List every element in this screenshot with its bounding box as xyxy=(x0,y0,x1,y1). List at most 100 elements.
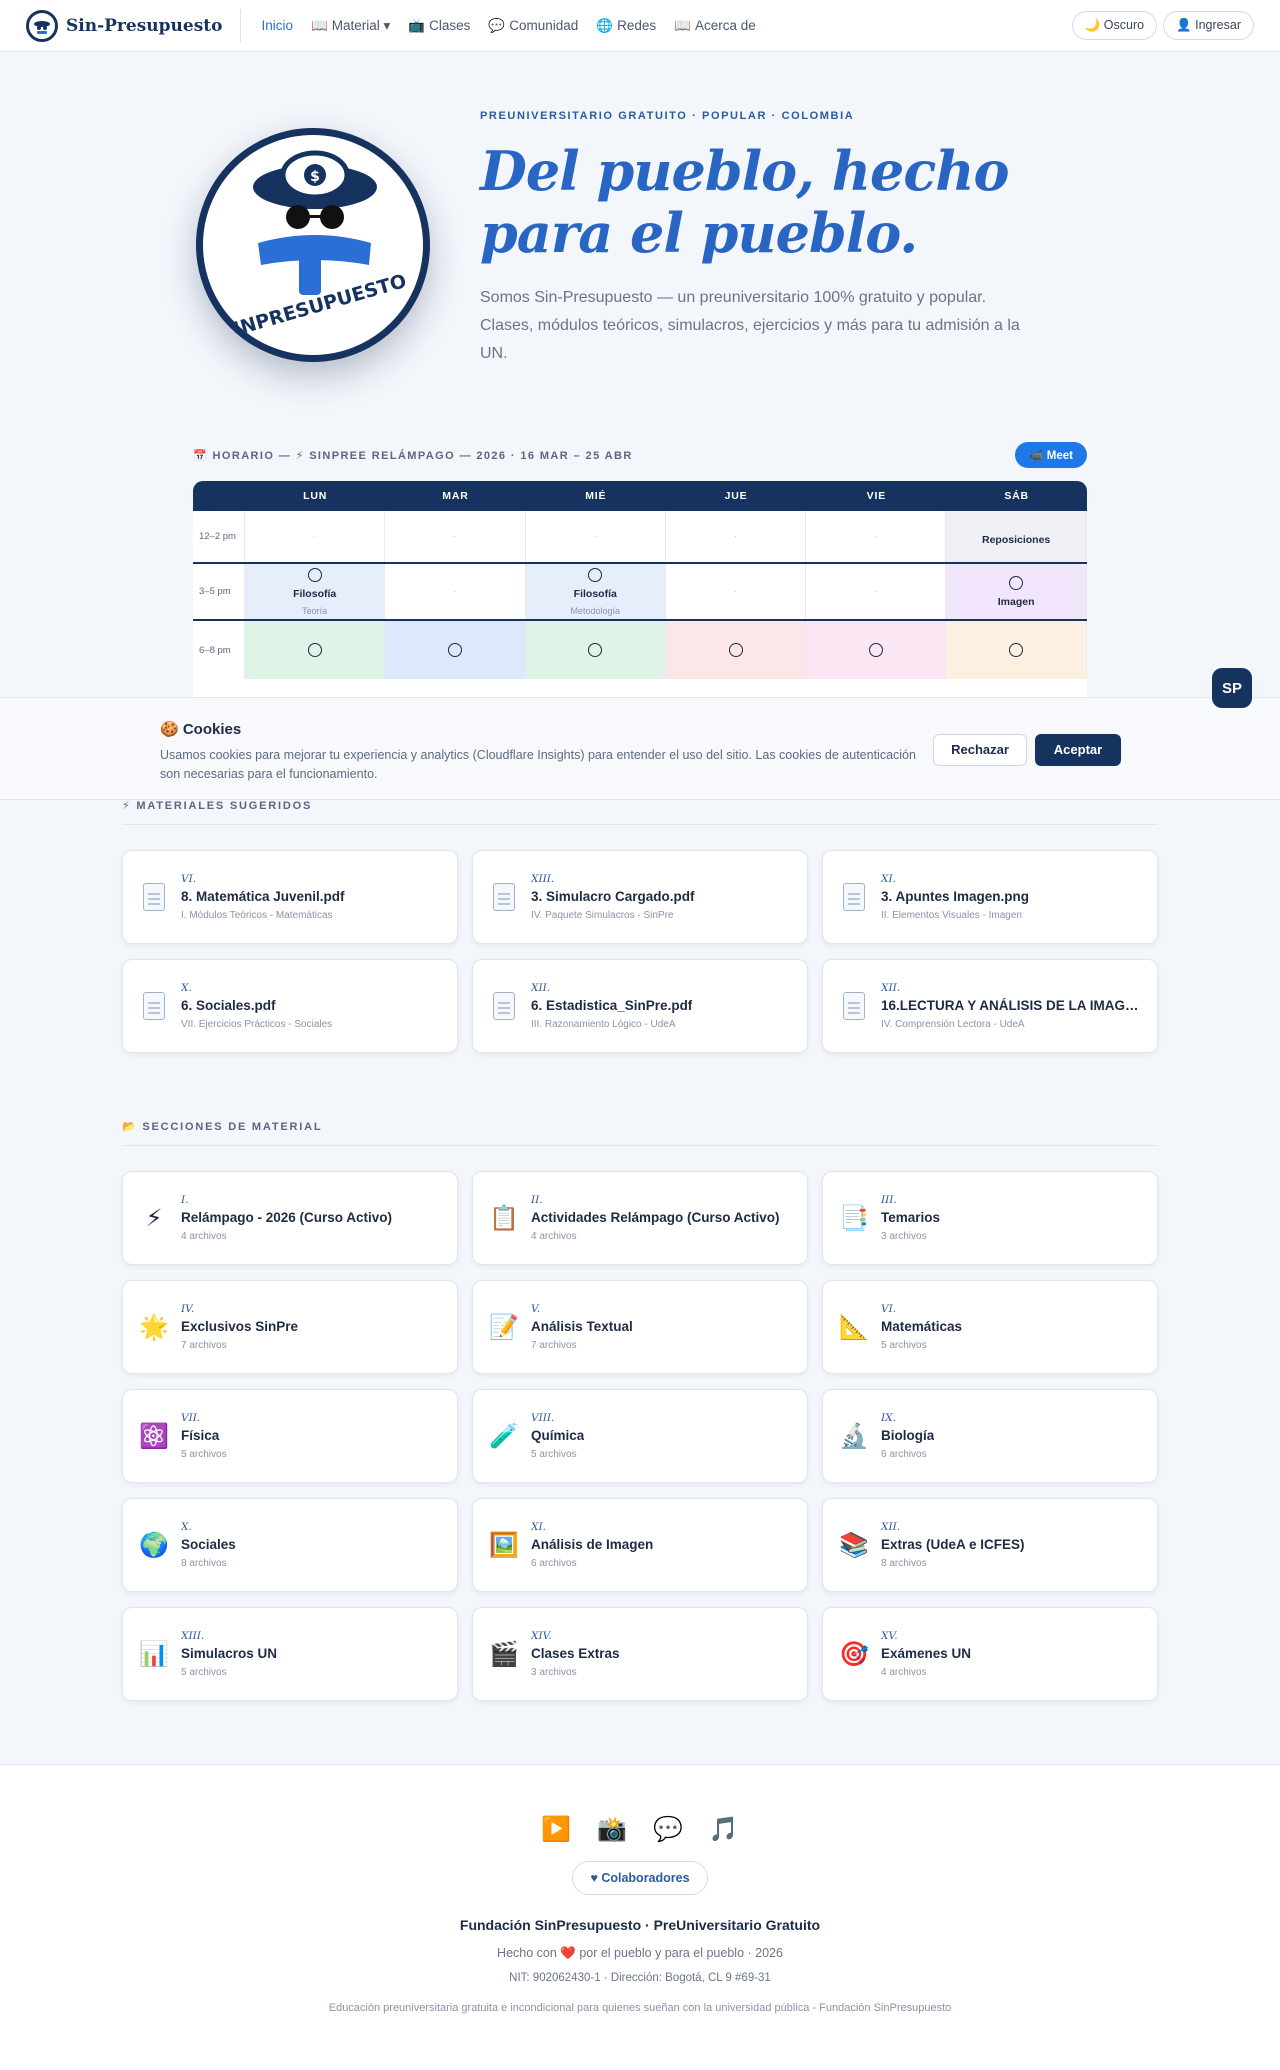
material-section-card[interactable]: 📚 XII. Extras (UdeA e ICFES) 8 archivos xyxy=(822,1498,1158,1592)
card-subtitle: III. Razonamiento Lógico - UdeA xyxy=(531,1019,676,1030)
suggested-materials-heading: ⚡ MATERIALES SUGERIDOS xyxy=(122,799,1158,825)
card-roman-numeral: X. xyxy=(181,982,192,994)
nav-link-5[interactable]: 📖 Acerca de xyxy=(674,18,756,34)
material-section-card[interactable]: ⚡ I. Relámpago - 2026 (Curso Activo) 4 arch… xyxy=(122,1171,458,1265)
card-text: III. Temarios 3 archivos xyxy=(881,1194,940,1242)
suggested-material-card[interactable]: XIII. 3. Simulacro Cargado.pdf IV. Paquete… xyxy=(472,850,808,944)
class-face-icon xyxy=(588,567,603,582)
class-face-icon xyxy=(728,643,743,657)
schedule-cell[interactable] xyxy=(946,621,1087,679)
nav-link-label: Comunidad xyxy=(509,18,579,33)
footer-tagline: Educación preuniversitaria gratuita e in… xyxy=(328,2002,952,2014)
schedule-cell[interactable] xyxy=(385,621,526,679)
day-header: VIE xyxy=(866,490,886,502)
instagram-icon[interactable]: 📸 xyxy=(597,1815,627,1844)
side-floating-button[interactable]: SP xyxy=(1212,668,1252,708)
cookie-text: Usamos cookies para mejorar tu experienc… xyxy=(160,748,916,781)
material-section-card[interactable]: 🎬 XIV. Clases Extras 3 archivos xyxy=(472,1607,808,1701)
schedule-cell[interactable] xyxy=(245,621,386,679)
footer-made-with: Hecho con ❤️ por el pueblo y para el pue… xyxy=(497,1946,783,1960)
tiktok-icon[interactable]: 🎵 xyxy=(709,1815,739,1844)
empty-slot: · xyxy=(312,531,317,542)
schedule-cell[interactable]: Filosofía Teoría xyxy=(245,564,386,619)
section-icon: 🎬 xyxy=(489,1640,519,1668)
time-slot-label: 3–5 pm xyxy=(193,564,245,619)
card-title: Clases Extras xyxy=(531,1646,620,1661)
schedule-cell[interactable]: Reposiciones xyxy=(946,511,1087,562)
suggested-material-card[interactable]: X. 6. Sociales.pdf VII. Ejercicios Práctic… xyxy=(122,959,458,1053)
meet-button[interactable]: 📹 Meet xyxy=(1015,442,1087,468)
schedule-cell[interactable] xyxy=(806,621,947,679)
material-section-card[interactable]: 🧪 VIII. Química 5 archivos xyxy=(472,1389,808,1483)
schedule-row: 3–5 pm Filosofía Teoría · Filosofía Metodolog… xyxy=(193,562,1087,619)
nav-link-4[interactable]: 🌐 Redes xyxy=(596,18,656,34)
material-section-card[interactable]: 📐 VI. Matemáticas 5 archivos xyxy=(822,1280,1158,1374)
class-name: Imagen xyxy=(997,595,1035,608)
card-subtitle: 5 archivos xyxy=(181,1449,227,1460)
section-icon: 🎯 xyxy=(839,1640,869,1668)
nav-link-0[interactable]: Inicio xyxy=(261,18,293,34)
material-section-card[interactable]: 📑 III. Temarios 3 archivos xyxy=(822,1171,1158,1265)
card-subtitle: 6 archivos xyxy=(531,1558,577,1569)
login-button[interactable]: 👤 Ingresar xyxy=(1163,11,1254,40)
card-subtitle: 8 archivos xyxy=(181,1558,227,1569)
nav-link-label: Material ▾ xyxy=(331,17,391,33)
material-section-card[interactable]: 🔬 IX. Biología 6 archivos xyxy=(822,1389,1158,1483)
nav-link-icon: 📺 xyxy=(408,17,426,33)
card-text: VI. 8. Matemática Juvenil.pdf I. Módulos T… xyxy=(181,873,345,921)
material-section-card[interactable]: 📊 XIII. Simulacros UN 5 archivos xyxy=(122,1607,458,1701)
card-roman-numeral: VI. xyxy=(181,873,197,885)
card-roman-numeral: XII. xyxy=(881,1521,901,1533)
section-icon: 🧪 xyxy=(489,1422,519,1450)
nav-link-1[interactable]: 📖 Material ▾ xyxy=(311,18,390,34)
card-subtitle: I. Módulos Teóricos - Matemáticas xyxy=(181,910,333,921)
schedule-cell[interactable] xyxy=(525,621,666,679)
material-section-card[interactable]: ⚛️ VII. Física 5 archivos xyxy=(122,1389,458,1483)
suggested-material-card[interactable]: VI. 8. Matemática Juvenil.pdf I. Módulos T… xyxy=(122,850,458,944)
card-roman-numeral: III. xyxy=(881,1194,897,1206)
whatsapp-icon[interactable]: 💬 xyxy=(653,1815,683,1844)
collaborators-button[interactable]: ♥ Colaboradores xyxy=(572,1861,708,1895)
card-title: Temarios xyxy=(881,1210,941,1225)
card-text: XII. 16.LECTURA Y ANÁLISIS DE LA IMAGEN.p… xyxy=(881,982,1141,1030)
material-section-card[interactable]: 🎯 XV. Exámenes UN 4 archivos xyxy=(822,1607,1158,1701)
social-links: ▶️ 📸 💬 🎵 xyxy=(0,1815,1280,1844)
suggested-material-card[interactable]: XI. 3. Apuntes Imagen.png II. Elementos Vi… xyxy=(822,850,1158,944)
nav-link-label: Inicio xyxy=(261,18,293,33)
section-icon: 📚 xyxy=(839,1531,869,1559)
day-header: MAR xyxy=(442,490,469,502)
file-glyph xyxy=(843,883,865,911)
youtube-icon[interactable]: ▶️ xyxy=(541,1815,571,1844)
material-section-card[interactable]: 🖼️ XI. Análisis de Imagen 6 archivos xyxy=(472,1498,808,1592)
card-roman-numeral: XII. xyxy=(881,982,901,994)
material-section-card[interactable]: 🌟 IV. Exclusivos SinPre 7 archivos xyxy=(122,1280,458,1374)
card-subtitle: 8 archivos xyxy=(881,1558,927,1569)
nav-link-3[interactable]: 💬 Comunidad xyxy=(488,18,578,34)
nav-link-2[interactable]: 📺 Clases xyxy=(408,18,470,34)
card-title: Química xyxy=(531,1428,585,1443)
brand[interactable]: Sin-Presupuesto xyxy=(26,8,242,43)
suggested-material-card[interactable]: XII. 16.LECTURA Y ANÁLISIS DE LA IMAGEN.p… xyxy=(822,959,1158,1053)
suggested-material-card[interactable]: XII. 6. Estadistica_SinPre.pdf III. Razona… xyxy=(472,959,808,1053)
class-face-icon xyxy=(868,643,883,657)
material-section-card[interactable]: 🌍 X. Sociales 8 archivos xyxy=(122,1498,458,1592)
schedule-cell[interactable] xyxy=(665,621,807,679)
top-navbar: Sin-Presupuesto Inicio 📖 Material ▾ 📺 Clases… xyxy=(0,0,1280,52)
time-slot-label: 6–8 pm xyxy=(193,621,245,679)
card-roman-numeral: IX. xyxy=(881,1412,896,1424)
material-sections-grid: ⚡ I. Relámpago - 2026 (Curso Activo) 4 arch… xyxy=(122,1171,1158,1701)
day-header: MIÉ xyxy=(585,490,607,502)
accept-cookies-button[interactable]: Aceptar xyxy=(1035,734,1121,766)
dark-mode-toggle[interactable]: 🌙 Oscuro xyxy=(1071,11,1158,40)
section-icon: 🌟 xyxy=(139,1313,169,1341)
reject-cookies-button[interactable]: Rechazar xyxy=(933,734,1027,766)
class-face-icon xyxy=(447,643,462,657)
card-title: Simulacros UN xyxy=(181,1646,278,1661)
card-subtitle: 4 archivos xyxy=(881,1667,927,1678)
class-face-icon xyxy=(588,643,603,657)
schedule-cell[interactable]: Filosofía Metodología xyxy=(525,564,666,619)
card-text: XIV. Clases Extras 3 archivos xyxy=(531,1630,620,1678)
schedule-cell[interactable]: Imagen xyxy=(946,564,1087,619)
material-section-card[interactable]: 📝 V. Análisis Textual 7 archivos xyxy=(472,1280,808,1374)
material-section-card[interactable]: 📋 II. Actividades Relámpago (Curso Activo)… xyxy=(472,1171,808,1265)
